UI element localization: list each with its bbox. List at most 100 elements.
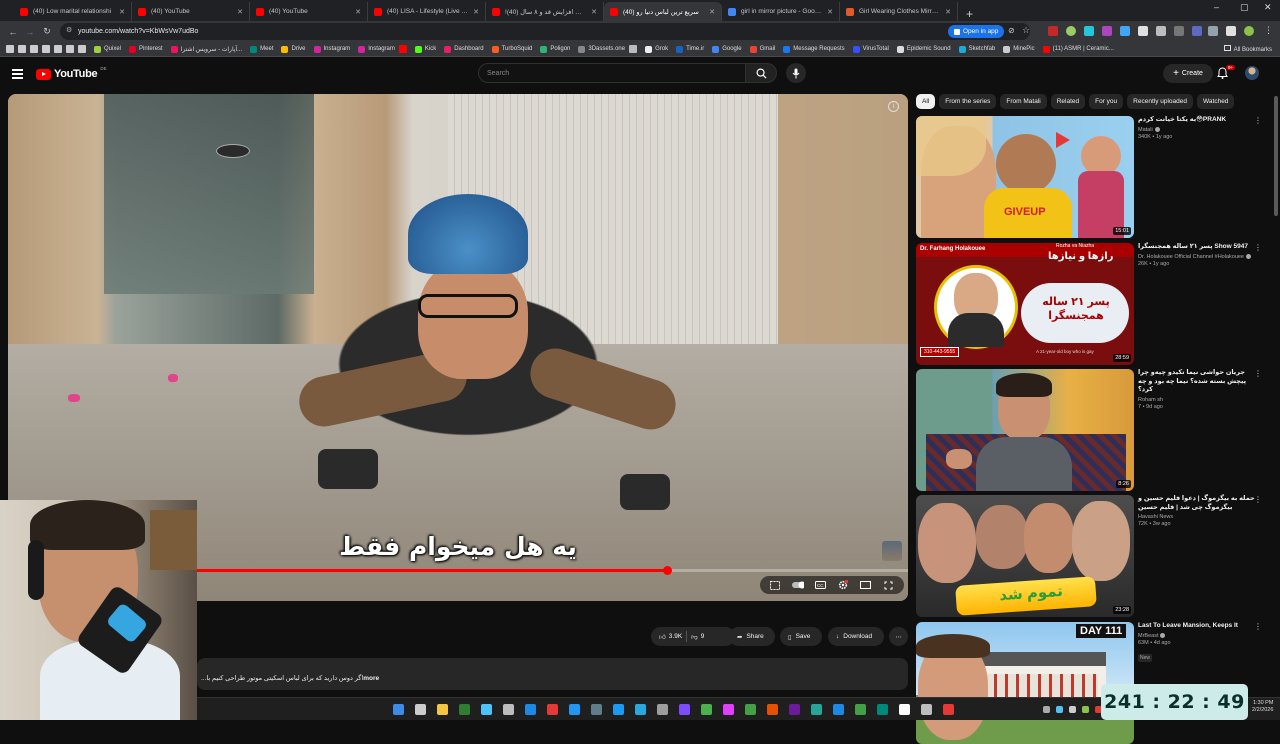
taskbar-app-icon[interactable]	[877, 704, 888, 715]
taskbar-app-icon[interactable]	[657, 704, 668, 715]
taskbar-app-icon[interactable]	[855, 704, 866, 715]
video-thumbnail[interactable]: تموم شد 23:28	[916, 495, 1134, 617]
video-recommendation[interactable]: 8:26 جریان حواشی نیما تکیدو چیه‌و چرا پیچ…	[916, 369, 1264, 491]
bookmark-item[interactable]: Drive	[277, 45, 309, 53]
autoplay-toggle[interactable]	[791, 580, 804, 590]
search-button[interactable]	[745, 63, 777, 83]
tab-close-icon[interactable]: ✕	[473, 8, 479, 16]
video-title[interactable]: پسر ۲۱ ساله همجنسگرا Show 5947	[1138, 243, 1262, 252]
bookmark-icon[interactable]	[6, 45, 14, 53]
taskbar-app-icon[interactable]	[437, 704, 448, 715]
description-more[interactable]: more	[363, 675, 379, 682]
extension-icon[interactable]	[1084, 26, 1094, 36]
taskbar-app-icon[interactable]	[723, 704, 734, 715]
like-button[interactable]: 👍︎ 3.9K	[659, 633, 682, 641]
all-bookmarks[interactable]: All Bookmarks	[1223, 45, 1272, 53]
sidebar-icon[interactable]	[1208, 26, 1218, 36]
browser-tab[interactable]: (40) سریع ترین لباس دنیا رو ✕	[604, 2, 722, 21]
miniplayer-icon[interactable]	[769, 580, 781, 590]
tab-close-icon[interactable]: ✕	[591, 8, 597, 16]
video-recommendation[interactable]: تموم شد 23:28 حمله به بیگزموگ | دعوا فلیم …	[916, 495, 1264, 617]
video-title[interactable]: به یکتا خیانت کردم😳PRANK	[1138, 116, 1262, 125]
tab-close-icon[interactable]: ✕	[119, 8, 125, 16]
tray-icon[interactable]	[1069, 706, 1076, 713]
more-vert-icon[interactable]: ⋮	[1254, 243, 1262, 252]
channel-name[interactable]: MrBeast	[1138, 633, 1262, 639]
bookmark-icon[interactable]	[18, 45, 26, 53]
bookmark-item[interactable]: Poligon	[536, 45, 574, 53]
reload-icon[interactable]: ↻	[38, 26, 56, 37]
more-vert-icon[interactable]: ⋮	[1264, 25, 1273, 36]
open-in-app-button[interactable]: Open in app	[948, 25, 1005, 38]
site-info-icon[interactable]: ⚙	[66, 26, 72, 34]
more-vert-icon[interactable]: ⋮	[1254, 495, 1262, 504]
bookmark-item[interactable]: آپارات - سرویس اشترا...	[167, 45, 246, 53]
dislike-button[interactable]: 👎︎ 9	[691, 633, 704, 641]
theater-mode-icon[interactable]	[860, 580, 872, 590]
taskbar-app-icon[interactable]	[833, 704, 844, 715]
taskbar-app-icon[interactable]	[613, 704, 624, 715]
video-title[interactable]: Last To Leave Mansion, Keeps It	[1138, 622, 1262, 631]
browser-tab[interactable]: Girl Wearing Clothes Mirror Sel ✕	[840, 2, 958, 21]
video-recommendation[interactable]: Dr. Farhang Holakouee Rozha va Niazha رازه…	[916, 243, 1264, 365]
bookmark-item[interactable]: Quixel	[90, 45, 125, 53]
bookmark-icon[interactable]	[629, 45, 638, 53]
taskbar-app-icon[interactable]	[899, 704, 910, 715]
extension-icon[interactable]	[1120, 26, 1130, 36]
more-vert-icon[interactable]: ⋮	[1254, 622, 1262, 631]
settings-icon[interactable]	[837, 580, 849, 590]
tab-close-icon[interactable]: ✕	[237, 8, 243, 16]
taskbar-app-icon[interactable]	[569, 704, 580, 715]
taskbar-app-icon[interactable]	[503, 704, 514, 715]
video-title[interactable]: حمله به بیگزموگ | دعوا فلیم حسین و بیگزم…	[1138, 495, 1262, 512]
video-thumbnail[interactable]: 8:26	[916, 369, 1134, 491]
browser-tab[interactable]: (40) LISA - Lifestyle (Live at Co ✕	[368, 2, 486, 21]
tray-icon[interactable]	[1056, 706, 1063, 713]
tab-close-icon[interactable]: ✕	[945, 8, 951, 16]
bookmark-item[interactable]: Kick	[411, 45, 440, 53]
taskbar-app-icon[interactable]	[943, 704, 954, 715]
taskbar-app-icon[interactable]	[767, 704, 778, 715]
scrollbar[interactable]	[1274, 96, 1278, 216]
bookmark-item[interactable]: TurboSquid	[488, 45, 537, 53]
bookmark-icon[interactable]	[30, 45, 38, 53]
bookmark-item[interactable]: Sketchfab	[955, 45, 1000, 53]
taskbar-app-icon[interactable]	[481, 704, 492, 715]
tray-icon[interactable]	[1082, 706, 1089, 713]
search-icon[interactable]	[459, 704, 470, 715]
bookmark-item[interactable]: 3Dassets.one	[574, 45, 629, 53]
bookmark-item[interactable]: MinePic	[999, 45, 1038, 53]
video-recommendation[interactable]: DAY 111 Last To Leave Mansion, Keeps It Mr…	[916, 622, 1264, 744]
search-input[interactable]: Search	[478, 63, 746, 83]
video-recommendation[interactable]: GIVEUP 15:01 به یکتا خیانت کردم😳PRANK Matal…	[916, 116, 1264, 238]
bookmark-item[interactable]: Message Requests	[779, 45, 848, 53]
taskbar-app-icon[interactable]	[811, 704, 822, 715]
browser-tab[interactable]: (40) Low marital relationshi ✕	[14, 2, 132, 21]
download-icon[interactable]	[1226, 26, 1236, 36]
share-button[interactable]: ➦ Share	[729, 627, 775, 646]
save-button[interactable]: ▯ Save	[780, 627, 822, 646]
filter-chip[interactable]: Related	[1050, 94, 1086, 109]
taskbar-app-icon[interactable]	[745, 704, 756, 715]
subtitles-icon[interactable]: CC	[815, 580, 827, 590]
create-button[interactable]: + Create	[1163, 64, 1213, 83]
account-avatar[interactable]	[1245, 66, 1259, 80]
bookmark-item[interactable]: Meet	[246, 45, 277, 53]
taskbar-app-icon[interactable]	[921, 704, 932, 715]
more-vert-icon[interactable]: ⋮	[1254, 116, 1262, 125]
channel-name[interactable]: Havashi News	[1138, 514, 1262, 520]
youtube-logo[interactable]: YouTube DE	[36, 66, 107, 80]
extension-icon[interactable]	[1066, 26, 1076, 36]
filter-chip[interactable]: For you	[1089, 94, 1124, 109]
video-thumbnail[interactable]: Dr. Farhang Holakouee Rozha va Niazha رازه…	[916, 243, 1134, 365]
system-clock[interactable]: 1:30 PM 2/2/2026	[1252, 700, 1273, 714]
channel-name[interactable]: Matali	[1138, 127, 1262, 133]
bookmark-item[interactable]: Google	[708, 45, 745, 53]
channel-name[interactable]: Dr. Holakouee Official Channel #Holakoue…	[1138, 254, 1262, 260]
extension-icon[interactable]	[1048, 26, 1058, 36]
address-bar[interactable]: ⚙ youtube.com/watch?v=KbWsVw7udBo	[60, 23, 1030, 40]
bookmark-item[interactable]: Instagram	[354, 45, 399, 53]
taskbar-app-icon[interactable]	[701, 704, 712, 715]
bookmark-star-icon[interactable]: ☆	[1022, 25, 1030, 36]
bookmark-item[interactable]: Gmail	[746, 45, 780, 53]
